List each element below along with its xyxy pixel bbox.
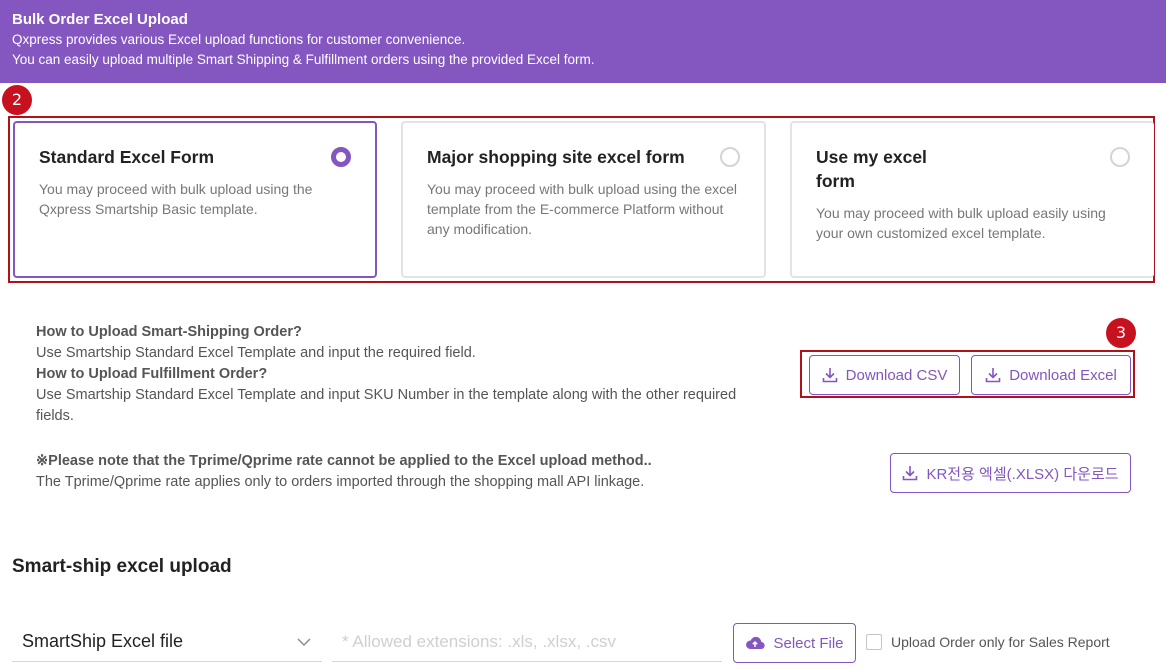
page-header-banner: Bulk Order Excel Upload Qxpress provides… [0, 0, 1166, 83]
form-option-major-shopping-site[interactable]: Major shopping site excel form You may p… [401, 121, 766, 278]
radio-unselected-icon[interactable] [1110, 147, 1130, 167]
form-option-standard[interactable]: Standard Excel Form You may proceed with… [13, 121, 377, 278]
form-option-description: You may proceed with bulk upload easily … [816, 205, 1106, 241]
form-option-title: Standard Excel Form [39, 147, 215, 167]
kr-xlsx-download-label: KR전용 엑셀(.XLSX) 다운로드 [926, 465, 1119, 483]
cloud-upload-icon [746, 636, 766, 650]
form-option-title: Major shopping site excel form [427, 147, 685, 167]
sales-report-checkbox-label: Upload Order only for Sales Report [891, 634, 1110, 650]
download-icon [985, 368, 1001, 383]
form-option-title-line-1: Use my excel [816, 147, 927, 167]
kr-xlsx-download-button[interactable]: KR전용 엑셀(.XLSX) 다운로드 [890, 453, 1131, 493]
rate-notice-text: The Tprime/Qprime rate applies only to o… [36, 474, 645, 490]
download-csv-button[interactable]: Download CSV [809, 355, 960, 395]
file-type-select[interactable]: SmartShip Excel file [12, 622, 322, 662]
page-title: Bulk Order Excel Upload [12, 11, 188, 28]
chevron-down-icon [297, 637, 311, 646]
sales-report-checkbox[interactable] [866, 634, 882, 650]
fulfillment-howto-text: Use Smartship Standard Excel Template an… [36, 387, 737, 424]
form-option-description: You may proceed with bulk upload using t… [39, 181, 313, 217]
select-file-button[interactable]: Select File [733, 623, 856, 663]
file-type-selected-value: SmartShip Excel file [22, 631, 184, 651]
rate-notice-title: ※Please note that the Tprime/Qprime rate… [36, 453, 652, 469]
allowed-extensions-field[interactable]: * Allowed extensions: .xls, .xlsx, .csv [332, 622, 722, 662]
download-excel-label: Download Excel [1009, 366, 1117, 384]
annotation-marker-2: 2 [2, 85, 32, 115]
download-icon [903, 466, 918, 481]
banner-description-2: You can easily upload multiple Smart Shi… [12, 52, 595, 67]
download-excel-button[interactable]: Download Excel [971, 355, 1131, 395]
form-option-title-line-2: form [816, 171, 855, 191]
form-option-my-excel[interactable]: Use my excel form You may proceed with b… [790, 121, 1154, 278]
upload-instructions: How to Upload Smart-Shipping Order? Use … [36, 322, 776, 427]
radio-selected-icon[interactable] [331, 147, 351, 167]
annotation-marker-3: 3 [1106, 318, 1136, 348]
rate-notice: ※Please note that the Tprime/Qprime rate… [36, 451, 796, 493]
radio-unselected-icon[interactable] [720, 147, 740, 167]
sales-report-checkbox-row[interactable]: Upload Order only for Sales Report [866, 634, 1110, 650]
smart-shipping-howto-title: How to Upload Smart-Shipping Order? [36, 324, 302, 340]
smart-shipping-howto-text: Use Smartship Standard Excel Template an… [36, 345, 476, 361]
banner-description-1: Qxpress provides various Excel upload fu… [12, 32, 466, 47]
download-csv-label: Download CSV [845, 366, 948, 384]
form-option-description: You may proceed with bulk upload using t… [427, 181, 738, 237]
fulfillment-howto-title: How to Upload Fulfillment Order? [36, 366, 268, 382]
upload-section-title: Smart-ship excel upload [12, 556, 232, 577]
download-icon [822, 368, 837, 383]
select-file-label: Select File [773, 634, 844, 652]
